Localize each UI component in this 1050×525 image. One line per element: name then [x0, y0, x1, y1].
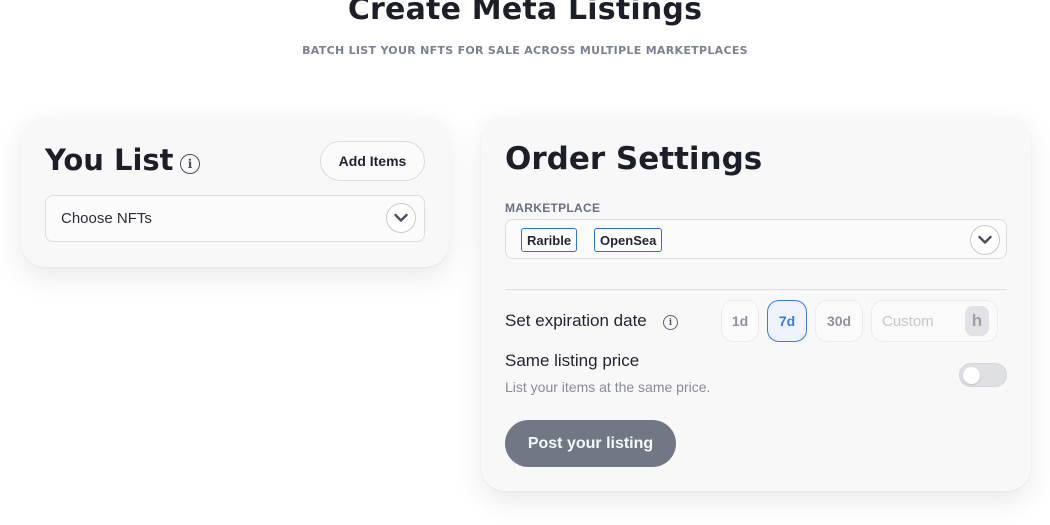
duration-30d-button[interactable]: 30d — [815, 300, 863, 342]
chevron-down-icon[interactable] — [386, 203, 416, 233]
marketplace-select[interactable]: Rarible OpenSea — [505, 219, 1007, 259]
same-price-toggle[interactable] — [959, 363, 1007, 387]
chevron-down-icon[interactable] — [970, 225, 1000, 255]
duration-1d-button[interactable]: 1d — [721, 300, 759, 342]
toggle-knob — [963, 367, 980, 384]
choose-nfts-value: Choose NFTs — [61, 210, 152, 227]
page-subtitle: BATCH LIST YOUR NFTS FOR SALE ACROSS MUL… — [302, 44, 748, 57]
expiration-label: Set expiration date — [505, 311, 647, 330]
order-settings-title: Order Settings — [505, 141, 763, 177]
same-price-title: Same listing price — [505, 351, 640, 370]
duration-7d-button[interactable]: 7d — [767, 300, 807, 342]
marketplace-label: MARKETPLACE — [505, 201, 601, 215]
info-icon[interactable]: i — [180, 154, 200, 174]
custom-duration-unit: h — [965, 306, 989, 336]
custom-duration-field[interactable]: h — [871, 300, 998, 342]
post-listing-button[interactable]: Post your listing — [505, 420, 676, 467]
order-settings-card: Order Settings MARKETPLACE Rarible OpenS… — [481, 117, 1031, 491]
marketplace-chip-opensea[interactable]: OpenSea — [594, 228, 663, 252]
custom-duration-input[interactable] — [882, 311, 962, 331]
page-title: Create Meta Listings — [347, 0, 703, 27]
info-icon[interactable]: i — [663, 315, 678, 330]
you-list-card: You List i Add Items Choose NFTs — [21, 117, 449, 267]
you-list-title: You List — [45, 143, 174, 177]
choose-nfts-select[interactable]: Choose NFTs — [45, 195, 425, 242]
divider — [505, 289, 1007, 290]
marketplace-chip-rarible[interactable]: Rarible — [521, 228, 578, 252]
add-items-button[interactable]: Add Items — [320, 141, 425, 181]
same-price-description: List your items at the same price. — [505, 379, 711, 395]
